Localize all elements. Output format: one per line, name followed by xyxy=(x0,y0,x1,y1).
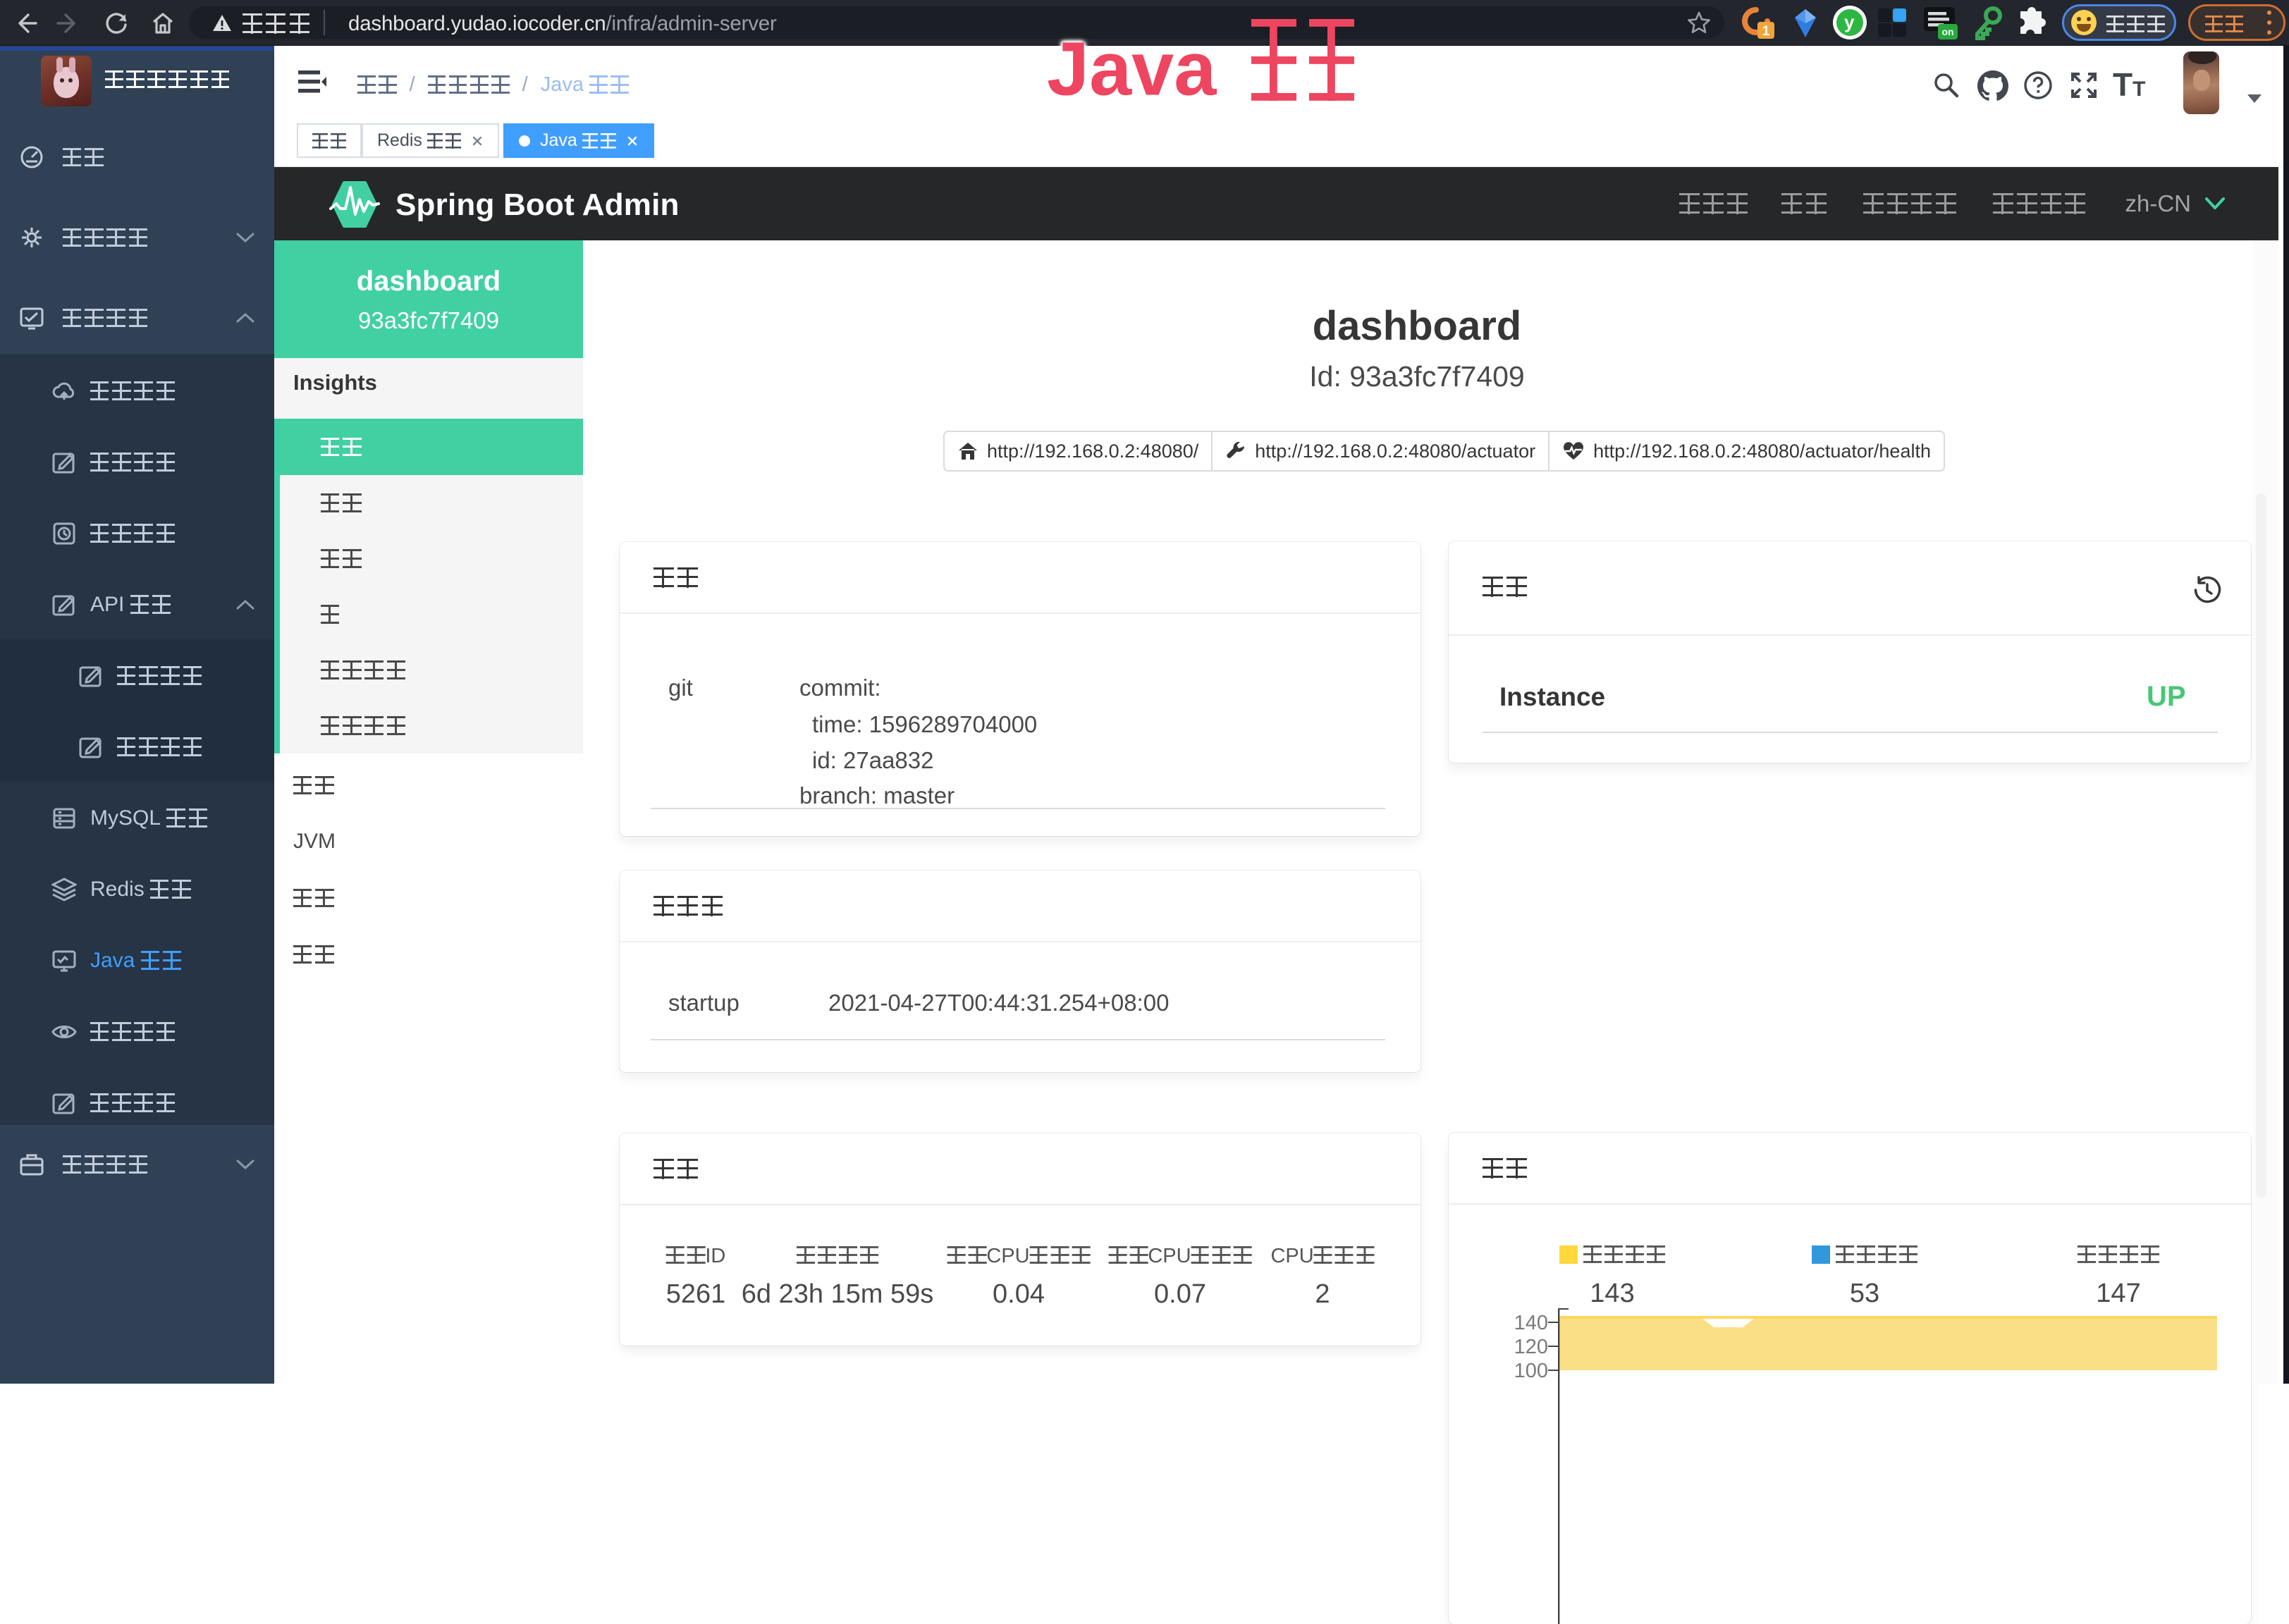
svg-text:120: 120 xyxy=(1514,1336,1548,1358)
svg-text:100: 100 xyxy=(1514,1360,1548,1382)
svg-text:1: 1 xyxy=(1762,24,1770,39)
svg-text:140: 140 xyxy=(1514,1312,1548,1334)
svg-text:on: on xyxy=(1941,26,1953,37)
